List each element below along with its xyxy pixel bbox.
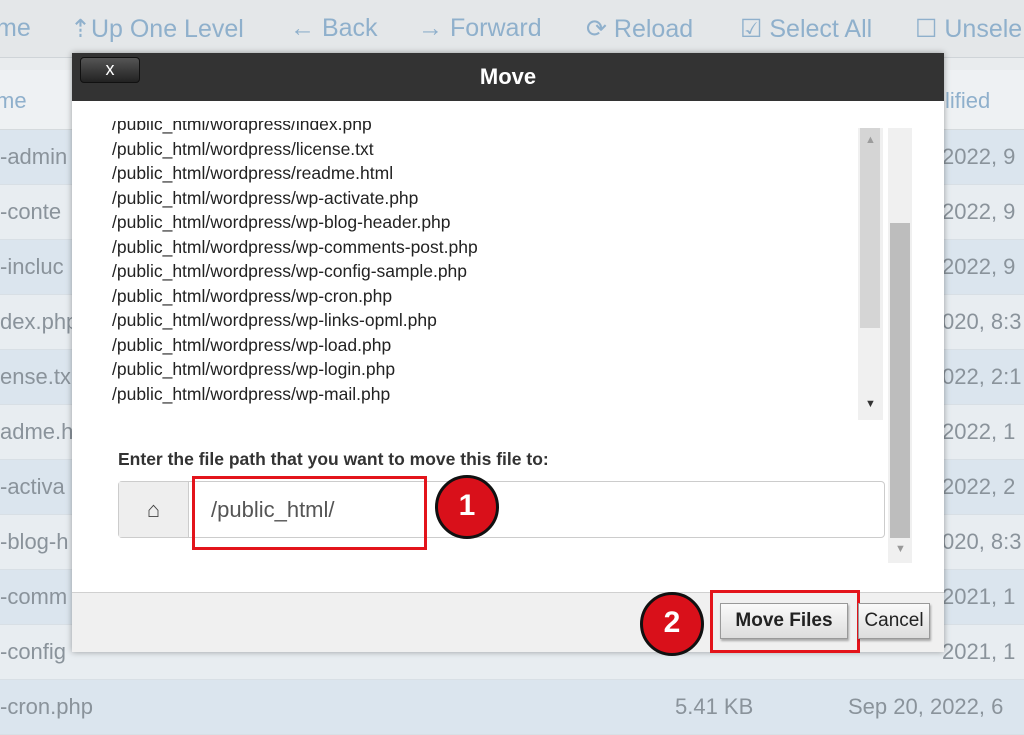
select-all-label: Select All (769, 15, 873, 43)
dialog-scrollbar[interactable]: ▼ (888, 128, 912, 563)
forward-button[interactable]: → Forward (418, 14, 542, 43)
file-list-item: /public_html/wordpress/wp-activate.php (112, 187, 419, 208)
file-list-item: /public_html/wordpress/index.php (112, 121, 372, 134)
back-label: Back (321, 14, 378, 42)
file-modified: 2022, 2 (942, 474, 1016, 499)
toolbar-home-button[interactable]: me (0, 14, 31, 43)
cancel-button[interactable]: Cancel (858, 603, 930, 639)
checkbox-checked-icon: ☑ (740, 15, 770, 43)
file-name[interactable]: -conte (0, 199, 61, 225)
reload-icon: ⟳ (586, 15, 614, 43)
step-badge-2: 2 (640, 592, 704, 656)
file-modified: 2021, 1 (942, 584, 1016, 609)
file-modified: 020, 8:3 (942, 309, 1022, 334)
file-modified: Sep 20, 2022, 6 (848, 694, 1004, 719)
file-name[interactable]: -incluc (0, 254, 64, 280)
file-list-item: /public_html/wordpress/wp-login.php (112, 359, 396, 379)
file-list-item: /public_html/wordpress/wp-links-opml.php (112, 310, 437, 330)
reload-label: Reload (613, 15, 694, 43)
file-modified: 2022, 9 (942, 254, 1016, 279)
unselect-all-button[interactable]: ☐ Unsele (915, 14, 1022, 44)
move-files-button[interactable]: Move Files (720, 603, 848, 639)
scroll-thumb[interactable] (890, 223, 910, 538)
file-name[interactable]: -comm (0, 584, 67, 610)
select-all-button[interactable]: ☑ Select All (740, 14, 872, 44)
file-modified: 2022, 9 (942, 199, 1016, 224)
unselect-label: Unsele (944, 15, 1023, 43)
move-dialog: Move x /public_html/wordpress/index.php /… (72, 53, 944, 656)
selected-files-list[interactable]: /public_html/wordpress/index.php/public_… (112, 121, 884, 418)
file-list-item: /public_html/wordpress/readme.html (112, 163, 394, 183)
arrow-left-icon: ← (290, 14, 322, 42)
column-modified-header[interactable]: lified (945, 88, 990, 114)
path-label: Enter the file path that you want to mov… (118, 449, 549, 469)
file-list-item: /public_html/wordpress/wp-load.php (112, 334, 392, 355)
file-modified: 2022, 1 (942, 419, 1016, 444)
scroll-down-icon[interactable]: ▼ (895, 543, 906, 555)
file-modified: 2022, 9 (942, 144, 1016, 169)
up-one-level-label: Up One Level (90, 15, 244, 43)
reload-button[interactable]: ⟳ Reload (586, 14, 693, 44)
file-name[interactable]: -blog-h (0, 529, 68, 555)
file-list-item: /public_html/wordpress/wp-mail.php (112, 383, 391, 404)
forward-label: Forward (449, 14, 542, 42)
arrow-up-icon: ⇡ (70, 15, 91, 43)
arrow-right-icon: → (418, 14, 450, 42)
file-name[interactable]: -cron.php (0, 694, 93, 720)
file-name[interactable]: adme.h (0, 419, 73, 445)
file-name[interactable]: -config (0, 639, 66, 665)
file-list-item: /public_html/wordpress/wp-config-sample.… (112, 261, 468, 281)
file-modified: 022, 2:1 (942, 364, 1022, 389)
step-badge-1: 1 (435, 475, 499, 539)
list-scroll-thumb[interactable] (860, 128, 880, 328)
file-list-item: /public_html/wordpress/wp-comments-post.… (112, 236, 478, 257)
file-name[interactable]: dex.php (0, 309, 78, 335)
back-button[interactable]: ← Back (290, 14, 378, 43)
table-row[interactable]: -cron.php 5.41 KB Sep 20, 2022, 6 (0, 680, 1024, 735)
file-list-item: /public_html/wordpress/wp-cron.php (112, 285, 393, 306)
file-manager-toolbar: me ⇡Up One Level ← Back → Forward ⟳ Relo… (0, 0, 1024, 58)
column-name-header[interactable]: me (0, 88, 27, 114)
dialog-title: Move (72, 53, 944, 101)
file-name[interactable]: ense.tx (0, 364, 71, 390)
file-list-item: /public_html/wordpress/license.txt (112, 138, 374, 159)
file-list-item: /public_html/wordpress/wp-blog-header.ph… (112, 212, 451, 232)
file-size: 5.41 KB (675, 694, 754, 719)
highlight-path-input (192, 476, 427, 550)
up-one-level-button[interactable]: ⇡Up One Level (70, 14, 244, 44)
close-button[interactable]: x (80, 57, 140, 83)
file-modified: 020, 8:3 (942, 529, 1022, 554)
file-modified: 2021, 1 (942, 639, 1016, 664)
file-name[interactable]: -admin (0, 144, 67, 170)
home-icon: ⌂ (119, 482, 189, 537)
file-name[interactable]: -activa (0, 474, 65, 500)
checkbox-empty-icon: ☐ (915, 15, 945, 43)
scroll-down-icon[interactable]: ▼ (865, 398, 876, 410)
